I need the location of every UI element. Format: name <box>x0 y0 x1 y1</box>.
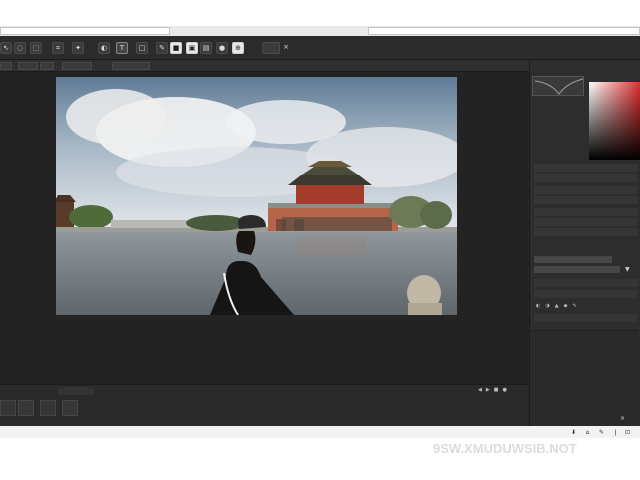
transform-tool-icon[interactable]: ⬚ <box>30 42 42 54</box>
layer-icon-row[interactable]: ◐◑▲◆✎ <box>536 303 616 311</box>
option-item[interactable] <box>40 62 54 70</box>
panel-row[interactable] <box>534 186 638 194</box>
corner-icon[interactable]: × <box>620 415 630 423</box>
timeline-button[interactable] <box>40 400 56 416</box>
timeline-button[interactable] <box>62 400 78 416</box>
record-icon[interactable]: ● <box>502 387 510 393</box>
adjustment-icon[interactable]: ◑ <box>545 303 554 309</box>
fill-slider[interactable] <box>534 266 620 273</box>
layers-list[interactable] <box>531 330 639 426</box>
mode-button[interactable] <box>262 42 280 54</box>
timeline-tab[interactable] <box>2 387 38 395</box>
edit-icon[interactable]: ✎ <box>572 303 581 309</box>
canvas-photo[interactable] <box>56 77 457 315</box>
option-item[interactable] <box>0 62 12 70</box>
previous-icon[interactable]: ◀ <box>478 387 486 393</box>
home-icon[interactable]: ⌂ <box>584 429 591 436</box>
color-picker-field[interactable] <box>589 82 640 160</box>
panel-row[interactable] <box>534 314 638 322</box>
panel-row[interactable] <box>534 279 638 287</box>
edit-icon[interactable]: ✎ <box>598 429 605 436</box>
brush-tool-icon[interactable]: ✎ <box>156 42 168 54</box>
close-icon[interactable]: × <box>282 42 290 54</box>
option-item[interactable] <box>112 62 150 70</box>
histogram-preview <box>532 76 584 96</box>
status-bar: ⬇ ⌂ ✎ ǀ ⊡ <box>0 426 640 438</box>
main-toolbar: ↖ ◌ ⬚ ⌗ ✦ ◐ T □ ✎ ■ ▣ ▤ ● ⊕ × <box>0 36 640 60</box>
timeline-button[interactable] <box>0 400 16 416</box>
effects-icon[interactable]: ▲ <box>555 303 564 309</box>
panel-row[interactable] <box>534 196 638 204</box>
clone-tool-icon[interactable]: ◐ <box>98 42 110 54</box>
curve-graph <box>534 78 584 95</box>
option-item[interactable] <box>18 62 38 70</box>
text-tool-icon[interactable]: T <box>116 42 128 54</box>
panel-row[interactable] <box>534 174 638 182</box>
photo-image <box>56 77 457 315</box>
fullscreen-icon[interactable]: ⊡ <box>624 429 631 436</box>
lasso-tool-icon[interactable]: ◌ <box>14 42 26 54</box>
separator-icon: ǀ <box>614 429 617 436</box>
download-icon[interactable]: ⬇ <box>570 429 577 436</box>
playback-controls: ◀▶■● <box>478 387 528 395</box>
shape-tool-icon[interactable]: □ <box>136 42 148 54</box>
crop-tool-icon[interactable]: ⌗ <box>52 42 64 54</box>
fill-tool-icon[interactable]: ▣ <box>186 42 198 54</box>
window-title <box>228 27 328 35</box>
timeline-panel: ◀▶■● <box>0 384 528 426</box>
title-bar <box>0 26 640 36</box>
select-tool-icon[interactable]: ↖ <box>0 42 12 54</box>
right-panel: ▼ ◐◑▲◆✎ × <box>529 60 640 426</box>
gradient-tool-icon[interactable]: ▤ <box>200 42 212 54</box>
document-field[interactable] <box>0 27 170 35</box>
dodge-tool-icon[interactable]: ● <box>216 42 228 54</box>
eraser-tool-icon[interactable]: ■ <box>170 42 182 54</box>
option-item[interactable] <box>62 62 92 70</box>
timeline-tab[interactable] <box>58 387 94 395</box>
play-icon[interactable]: ▶ <box>486 387 494 393</box>
panel-row[interactable] <box>534 208 638 216</box>
opacity-slider[interactable] <box>534 256 612 263</box>
panel-row[interactable] <box>534 290 638 298</box>
timeline-button[interactable] <box>18 400 34 416</box>
search-field[interactable] <box>368 27 640 35</box>
chevron-down-icon[interactable]: ▼ <box>625 266 633 274</box>
panel-row[interactable] <box>534 164 638 172</box>
watermark-text: 9SW.XMUDUWSIB.NOT <box>433 441 577 456</box>
layer-mask-icon[interactable]: ◐ <box>536 303 545 309</box>
panel-row[interactable] <box>534 218 638 226</box>
panel-row[interactable] <box>534 228 638 236</box>
zoom-tool-icon[interactable]: ⊕ <box>232 42 244 54</box>
panel-header <box>534 64 564 72</box>
heal-tool-icon[interactable]: ✦ <box>72 42 84 54</box>
